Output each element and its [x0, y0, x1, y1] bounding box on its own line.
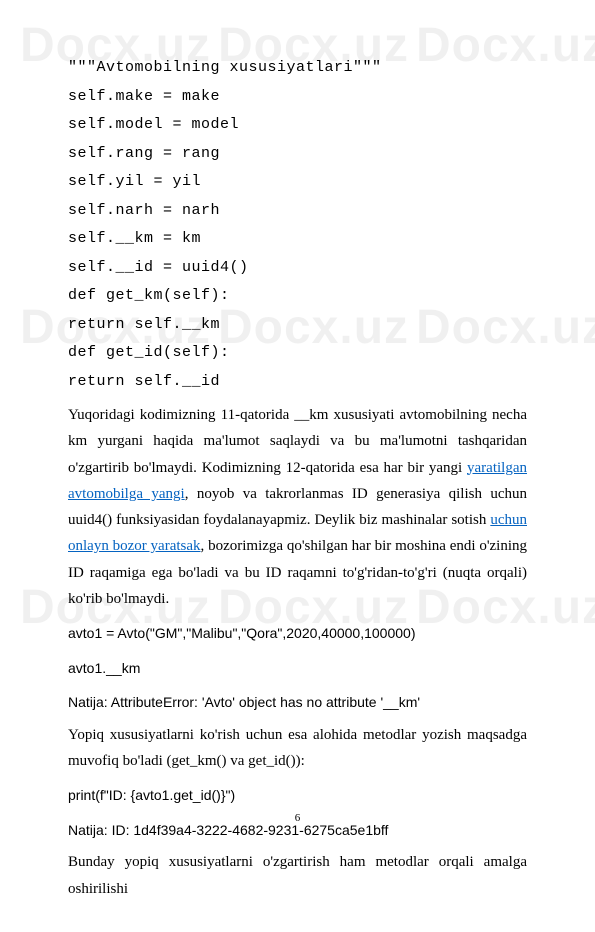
- code-line: self.narh = narh: [68, 197, 527, 226]
- code-line: self.rang = rang: [68, 140, 527, 169]
- code-line: self.model = model: [68, 111, 527, 140]
- page-content: """Avtomobilning xususiyatlari""" self.m…: [0, 0, 595, 932]
- text: Yuqoridagi kodimizning 11-qatorida __km …: [68, 407, 527, 476]
- code-sample: print(f"ID: {avto1.get_id()}"): [68, 782, 527, 809]
- code-line: self.make = make: [68, 83, 527, 112]
- paragraph: Bunday yopiq xususiyatlarni o'zgartirish…: [68, 849, 527, 902]
- code-line: """Avtomobilning xususiyatlari""": [68, 54, 527, 83]
- output-line: Natija: ID: 1d4f39a4-3222-4682-9231-6275…: [68, 817, 527, 844]
- output-line: Natija: AttributeError: 'Avto' object ha…: [68, 689, 527, 716]
- paragraph: Yopiq xususiyatlarni ko'rish uchun esa a…: [68, 722, 527, 775]
- code-line: self.__km = km: [68, 225, 527, 254]
- code-line: def get_id(self):: [68, 339, 527, 368]
- code-line: return self.__id: [68, 368, 527, 397]
- code-line: def get_km(self):: [68, 282, 527, 311]
- code-line: self.__id = uuid4(): [68, 254, 527, 283]
- paragraph: Yuqoridagi kodimizning 11-qatorida __km …: [68, 402, 527, 612]
- code-line: self.yil = yil: [68, 168, 527, 197]
- code-line: return self.__km: [68, 311, 527, 340]
- code-sample: avto1 = Avto("GM","Malibu","Qora",2020,4…: [68, 620, 527, 647]
- code-sample: avto1.__km: [68, 655, 527, 682]
